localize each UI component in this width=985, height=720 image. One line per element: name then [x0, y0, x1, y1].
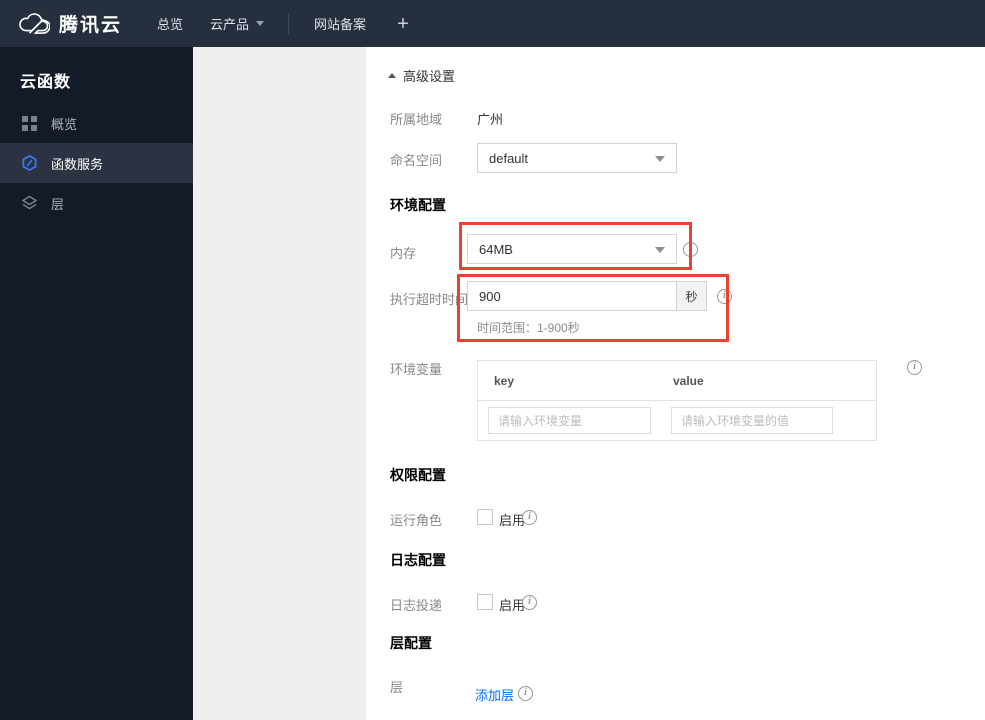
advanced-settings-toggle[interactable]: 高级设置	[388, 66, 455, 85]
run-role-checkbox[interactable]	[477, 509, 493, 525]
collapse-arrow-icon	[388, 73, 396, 78]
nav-item-overview[interactable]: 总览	[157, 14, 183, 33]
select-caret-icon	[655, 156, 665, 162]
log-delivery-checkbox[interactable]	[477, 594, 493, 610]
env-vars-table: key value	[477, 360, 877, 441]
timeout-range-hint: 时间范围：1-900秒	[477, 321, 580, 335]
log-delivery-info-icon[interactable]: i	[522, 595, 537, 610]
log-delivery-label: 日志投递	[390, 598, 443, 613]
memory-select[interactable]: 64MB	[467, 234, 677, 264]
run-role-info-icon[interactable]: i	[522, 510, 537, 525]
select-caret-icon	[655, 247, 665, 253]
chevron-down-icon	[256, 21, 265, 26]
timeout-label: 执行超时时间	[390, 292, 469, 307]
sidebar-item-label: 概览	[51, 116, 78, 132]
sidebar-product-title: 云函数	[20, 74, 72, 91]
section-layer-config: 层配置	[390, 635, 432, 651]
content-backdrop	[193, 47, 366, 720]
env-vars-info-icon[interactable]: i	[907, 360, 922, 375]
cloud-logo-icon	[19, 12, 50, 34]
run-role-enable-label: 启用	[499, 513, 526, 528]
layer-label: 层	[390, 680, 404, 695]
env-value-input[interactable]	[671, 407, 833, 434]
region-label: 所属地域	[390, 112, 443, 127]
section-perm-config: 权限配置	[390, 467, 446, 483]
tencent-cloud-logo[interactable]: 腾讯云	[18, 10, 122, 37]
timeout-unit-addon[interactable]: 秒	[676, 281, 707, 311]
namespace-selected-value: default	[489, 150, 529, 166]
env-value-header: value	[673, 373, 704, 388]
namespace-select[interactable]: default	[477, 143, 677, 173]
sidebar: 云函数 概览 函数服务 层	[0, 47, 193, 720]
advanced-settings-label: 高级设置	[403, 69, 456, 84]
timeout-input[interactable]	[467, 281, 677, 311]
region-value: 广州	[477, 112, 504, 127]
function-config-panel: 高级设置 所属地域 广州 命名空间 default 环境配置 内存 64MB i…	[366, 47, 985, 720]
env-key-header: key	[494, 373, 515, 388]
function-icon	[21, 154, 38, 172]
log-delivery-enable-label: 启用	[499, 598, 526, 613]
sidebar-item-function-service[interactable]: 函数服务	[0, 143, 193, 183]
top-nav: 腾讯云 总览 云产品 网站备案 +	[0, 0, 985, 47]
sidebar-item-overview[interactable]: 概览	[0, 103, 193, 143]
timeout-info-icon[interactable]: i	[717, 289, 732, 304]
sidebar-item-label: 函数服务	[51, 156, 104, 172]
add-layer-link[interactable]: 添加层	[475, 685, 514, 704]
nav-item-cloud-products-label: 云产品	[210, 17, 250, 32]
layers-icon	[21, 195, 38, 212]
sidebar-item-layers[interactable]: 层	[0, 183, 193, 223]
namespace-label: 命名空间	[390, 153, 443, 168]
nav-item-icp-filing[interactable]: 网站备案	[314, 14, 366, 33]
run-role-label: 运行角色	[390, 513, 443, 528]
nav-divider	[288, 13, 290, 34]
section-log-config: 日志配置	[390, 552, 446, 568]
memory-label: 内存	[390, 246, 417, 261]
section-env-config: 环境配置	[390, 197, 446, 213]
memory-info-icon[interactable]: i	[683, 242, 698, 257]
layer-info-icon[interactable]: i	[518, 686, 533, 701]
env-vars-input-row	[478, 401, 876, 440]
sidebar-item-label: 层	[51, 196, 65, 212]
env-vars-label: 环境变量	[390, 362, 443, 377]
memory-selected-value: 64MB	[479, 241, 513, 257]
brand-name: 腾讯云	[59, 15, 123, 36]
env-vars-header-row: key value	[478, 361, 876, 401]
grid-icon	[21, 115, 38, 132]
env-key-input[interactable]	[488, 407, 651, 434]
nav-item-cloud-products[interactable]: 云产品	[210, 14, 265, 33]
add-nav-shortcut-button[interactable]: +	[397, 14, 409, 34]
